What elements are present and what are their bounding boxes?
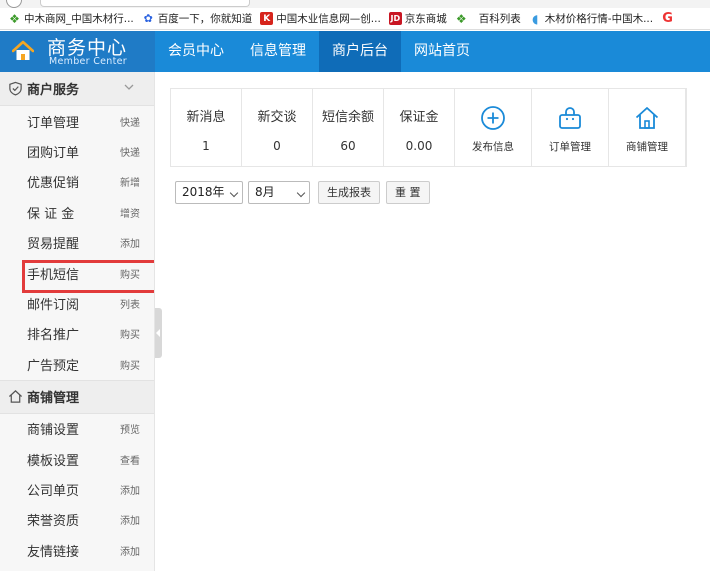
bookmark-item[interactable]: ◖ 木材价格行情-中国木... — [521, 8, 653, 29]
logo[interactable]: 商务中心 Member Center — [0, 31, 155, 72]
browser-back-icon[interactable] — [6, 0, 22, 8]
nav-info-management[interactable]: 信息管理 — [237, 31, 319, 72]
home-icon — [635, 107, 659, 129]
stats-panel: 新消息 1 新交谈 0 短信余额 60 保证金 0.00 发布信息 订单管理 商… — [170, 88, 687, 167]
report-filters: 2018年 8月 生成报表 重 置 — [175, 181, 430, 204]
plus-circle-icon — [481, 106, 505, 130]
jd-icon: JD — [388, 12, 402, 25]
house-logo-icon — [12, 40, 34, 60]
sidebar-item-ad-booking[interactable]: 广告预定 购买 — [0, 349, 154, 379]
leaf-icon: ❖ — [9, 11, 20, 26]
quick-publish-info[interactable]: 发布信息 — [455, 89, 532, 166]
sidebar-item-shop-settings[interactable]: 商铺设置 预览 — [0, 414, 154, 444]
stat-new-chats[interactable]: 新交谈 0 — [242, 89, 313, 166]
top-header: 商务中心 Member Center 会员中心 信息管理 商户后台 网站首页 — [0, 31, 710, 72]
quick-shop-management[interactable]: 商铺管理 — [609, 89, 686, 166]
stat-sms-balance[interactable]: 短信余额 60 — [313, 89, 384, 166]
bookmark-item[interactable]: K 中国木业信息网—创... — [252, 8, 381, 29]
sidebar-item-group-orders[interactable]: 团购订单 快递 — [0, 136, 154, 166]
bookmark-item[interactable]: JD 京东商城 — [381, 8, 447, 29]
section-shop-management[interactable]: 商铺管理 — [0, 379, 154, 414]
main-nav: 会员中心 信息管理 商户后台 网站首页 — [155, 31, 483, 72]
bag-icon — [559, 107, 581, 129]
sidebar-item-deposit[interactable]: 保 证 金 增资 — [0, 197, 154, 227]
c-logo-icon: ◖ — [532, 11, 539, 26]
sidebar-item-email-subscription[interactable]: 邮件订阅 列表 — [0, 288, 154, 318]
sidebar-item-company-page[interactable]: 公司单页 添加 — [0, 474, 154, 504]
home-icon — [8, 390, 23, 403]
quick-order-management[interactable]: 订单管理 — [532, 89, 609, 166]
sidebar-item-order-management[interactable]: 订单管理 快递 — [0, 106, 154, 136]
leaf-icon: ❖ — [455, 11, 467, 26]
bookmark-item[interactable]: G — [653, 8, 677, 29]
sidebar: 商户服务 订单管理 快递 团购订单 快递 优惠促销 新增 保 证 金 增资 贸易… — [0, 72, 155, 571]
chevron-down-icon — [229, 188, 239, 198]
sidebar-item-honors[interactable]: 荣誉资质 添加 — [0, 505, 154, 535]
browser-toolbar — [0, 0, 710, 8]
sidebar-item-ranking-promotion[interactable]: 排名推广 购买 — [0, 319, 154, 349]
logo-subtitle: Member Center — [49, 56, 127, 67]
chevron-down-icon — [296, 188, 306, 198]
section-merchant-services[interactable]: 商户服务 — [0, 72, 154, 106]
nav-merchant-backend[interactable]: 商户后台 — [319, 31, 401, 72]
shield-icon — [9, 81, 22, 96]
sidebar-item-promotions[interactable]: 优惠促销 新增 — [0, 167, 154, 197]
sidebar-item-trade-reminders[interactable]: 贸易提醒 添加 — [0, 228, 154, 258]
baidu-paw-icon: ✿ — [143, 12, 153, 25]
nav-member-center[interactable]: 会员中心 — [155, 31, 237, 72]
sidebar-item-sms[interactable]: 手机短信 购买 — [0, 258, 154, 294]
bookmarks-bar: ❖ 中木商网_中国木材行... ✿ 百度一下，你就知道 K 中国木业信息网—创.… — [0, 8, 710, 30]
sidebar-item-template-settings[interactable]: 模板设置 查看 — [0, 444, 154, 474]
reset-button[interactable]: 重 置 — [386, 181, 430, 204]
bookmark-item[interactable]: ❖ 百科列表 — [447, 8, 521, 29]
generate-report-button[interactable]: 生成报表 — [318, 181, 380, 204]
sidebar-collapse-handle[interactable] — [155, 308, 162, 358]
bookmark-item[interactable]: ❖ 中木商网_中国木材行... — [0, 8, 134, 29]
nav-website-home[interactable]: 网站首页 — [401, 31, 483, 72]
month-select[interactable]: 8月 — [248, 181, 310, 204]
chevron-down-icon — [124, 84, 134, 90]
year-select[interactable]: 2018年 — [175, 181, 243, 204]
g-logo-icon: G — [662, 11, 673, 26]
bookmark-item[interactable]: ✿ 百度一下，你就知道 — [134, 8, 253, 29]
address-bar[interactable] — [40, 0, 250, 7]
sidebar-item-friend-links[interactable]: 友情链接 添加 — [0, 535, 154, 565]
k-logo-icon: K — [260, 12, 274, 25]
stat-new-messages[interactable]: 新消息 1 — [171, 89, 242, 166]
stat-deposit[interactable]: 保证金 0.00 — [384, 89, 455, 166]
